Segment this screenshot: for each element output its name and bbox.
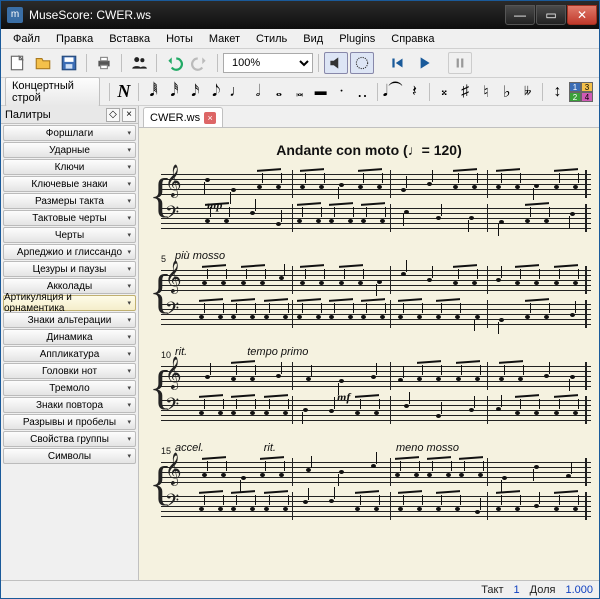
menu-layout[interactable]: Макет	[201, 31, 248, 47]
palette-item[interactable]: Форшлаги	[3, 125, 136, 141]
palette-item[interactable]: Знаки альтерации	[3, 312, 136, 328]
status-beat-value: 1.000	[565, 584, 593, 596]
concert-pitch-button[interactable]: Концертный строй	[5, 77, 100, 107]
print-button[interactable]	[92, 52, 116, 74]
save-button[interactable]	[57, 52, 81, 74]
status-beat-label: Доля	[530, 584, 556, 596]
palette-item[interactable]: Арпеджио и глиссандо	[3, 244, 136, 260]
menu-insert[interactable]: Вставка	[101, 31, 158, 47]
duration-64th-button[interactable]: 𝅘𝅥𝅱	[144, 81, 163, 103]
dot-button[interactable]: ·	[332, 81, 351, 103]
score-canvas[interactable]: Andante con moto (♩= 120) {𝄞mp𝄢più mosso…	[139, 128, 599, 580]
duration-quarter-button[interactable]: ♩	[228, 81, 247, 103]
palette-item[interactable]: Ударные	[3, 142, 136, 158]
duration-half-button[interactable]: 𝅗𝅥	[249, 81, 268, 103]
palette-item[interactable]: Знаки повтора	[3, 397, 136, 413]
toolbar-main: 100%	[1, 49, 599, 78]
new-button[interactable]	[5, 52, 29, 74]
palette-item[interactable]: Головки нот	[3, 363, 136, 379]
natural-button[interactable]: ♮	[477, 81, 496, 103]
maximize-button[interactable]: ▭	[536, 5, 566, 25]
palette-item[interactable]: Размеры такта	[3, 193, 136, 209]
redo-button[interactable]	[188, 52, 212, 74]
main-area: Палитры ◇ × ФоршлагиУдарныеКлючиКлючевые…	[1, 106, 599, 580]
tab-strip: CWER.ws ×	[139, 106, 599, 128]
minimize-button[interactable]: —	[505, 5, 535, 25]
palette-item[interactable]: Ключевые знаки	[3, 176, 136, 192]
sound-button[interactable]	[324, 52, 348, 74]
sidebar-palettes: Палитры ◇ × ФоршлагиУдарныеКлючиКлючевые…	[1, 106, 139, 580]
menu-style[interactable]: Стиль	[248, 31, 295, 47]
flat-button[interactable]: ♭	[497, 81, 516, 103]
menu-file[interactable]: Файл	[5, 31, 48, 47]
note-input-button[interactable]: N	[114, 81, 133, 103]
menu-help[interactable]: Справка	[383, 31, 442, 47]
rest-button[interactable]: 𝄽	[405, 81, 424, 103]
palette-item[interactable]: Тактовые черты	[3, 210, 136, 226]
double-dot-button[interactable]: ‥	[353, 81, 372, 103]
tab-document[interactable]: CWER.ws ×	[143, 107, 223, 127]
duration-16th-button[interactable]: 𝅘𝅥𝅯	[186, 81, 205, 103]
window-title: MuseScore: CWER.ws	[29, 8, 504, 22]
repeat-button[interactable]	[448, 52, 472, 74]
score-title: Andante con moto (♩= 120)	[147, 142, 591, 158]
toolbar-notes: Концертный строй N 𝅘𝅥𝅱 𝅘𝅥𝅰 𝅘𝅥𝅯 𝅘𝅥𝅮 ♩ 𝅗𝅥 …	[1, 78, 599, 106]
people-button[interactable]	[127, 52, 151, 74]
duration-8th-button[interactable]: 𝅘𝅥𝅮	[207, 81, 226, 103]
palette-item[interactable]: Ключи	[3, 159, 136, 175]
voice-selector[interactable]: 1 3 2 4	[569, 82, 593, 102]
palette-item[interactable]: Разрывы и пробелы	[3, 414, 136, 430]
sharp-button[interactable]: ♯	[456, 81, 475, 103]
close-button[interactable]: ✕	[567, 5, 597, 25]
menu-edit[interactable]: Правка	[48, 31, 101, 47]
duration-32nd-button[interactable]: 𝅘𝅥𝅰	[165, 81, 184, 103]
play-button[interactable]	[412, 52, 436, 74]
palette-item[interactable]: Черты	[3, 227, 136, 243]
titlebar: m MuseScore: CWER.ws — ▭ ✕	[1, 1, 599, 29]
open-button[interactable]	[31, 52, 55, 74]
tie-button[interactable]: 𝅘𝅥⁀	[383, 81, 403, 103]
palette-item[interactable]: Тремоло	[3, 380, 136, 396]
window-buttons: — ▭ ✕	[504, 5, 597, 25]
palette-item[interactable]: Аппликатура	[3, 346, 136, 362]
double-sharp-button[interactable]: 𝄪	[435, 81, 454, 103]
duration-long-button[interactable]: ▬	[311, 81, 330, 103]
menu-plugins[interactable]: Plugins	[331, 31, 383, 47]
undo-button[interactable]	[162, 52, 186, 74]
sidebar-undock-button[interactable]: ◇	[106, 108, 120, 122]
menubar: Файл Правка Вставка Ноты Макет Стиль Вид…	[1, 29, 599, 49]
menu-notes[interactable]: Ноты	[158, 31, 201, 47]
menu-view[interactable]: Вид	[295, 31, 331, 47]
palette-item[interactable]: Свойства группы	[3, 431, 136, 447]
sidebar-title: Палитры	[3, 109, 104, 121]
tab-label: CWER.ws	[150, 112, 200, 124]
palette-item[interactable]: Символы	[3, 448, 136, 464]
app-icon: m	[7, 7, 23, 23]
statusbar: Такт 1 Доля 1.000	[1, 580, 599, 598]
double-flat-button[interactable]: 𝄫	[518, 81, 537, 103]
palette-item[interactable]: Артикуляция и орнаментика	[3, 295, 136, 311]
canvas-area: CWER.ws × Andante con moto (♩= 120) {𝄞mp…	[139, 106, 599, 580]
status-measure-value: 1	[514, 584, 520, 596]
sidebar-header: Палитры ◇ ×	[1, 106, 138, 124]
flip-button[interactable]: ↕	[548, 81, 567, 103]
palette-list: ФоршлагиУдарныеКлючиКлючевые знакиРазмер…	[1, 124, 138, 580]
zoom-select[interactable]: 100%	[223, 53, 313, 73]
palette-item[interactable]: Цезуры и паузы	[3, 261, 136, 277]
rewind-button[interactable]	[386, 52, 410, 74]
midi-button[interactable]	[350, 52, 374, 74]
palette-item[interactable]: Динамика	[3, 329, 136, 345]
status-measure-label: Такт	[481, 584, 503, 596]
sidebar-close-button[interactable]: ×	[122, 108, 136, 122]
duration-double-button[interactable]: 𝅜	[290, 81, 309, 103]
duration-whole-button[interactable]: 𝅝	[269, 81, 288, 103]
tab-close-button[interactable]: ×	[204, 112, 216, 124]
